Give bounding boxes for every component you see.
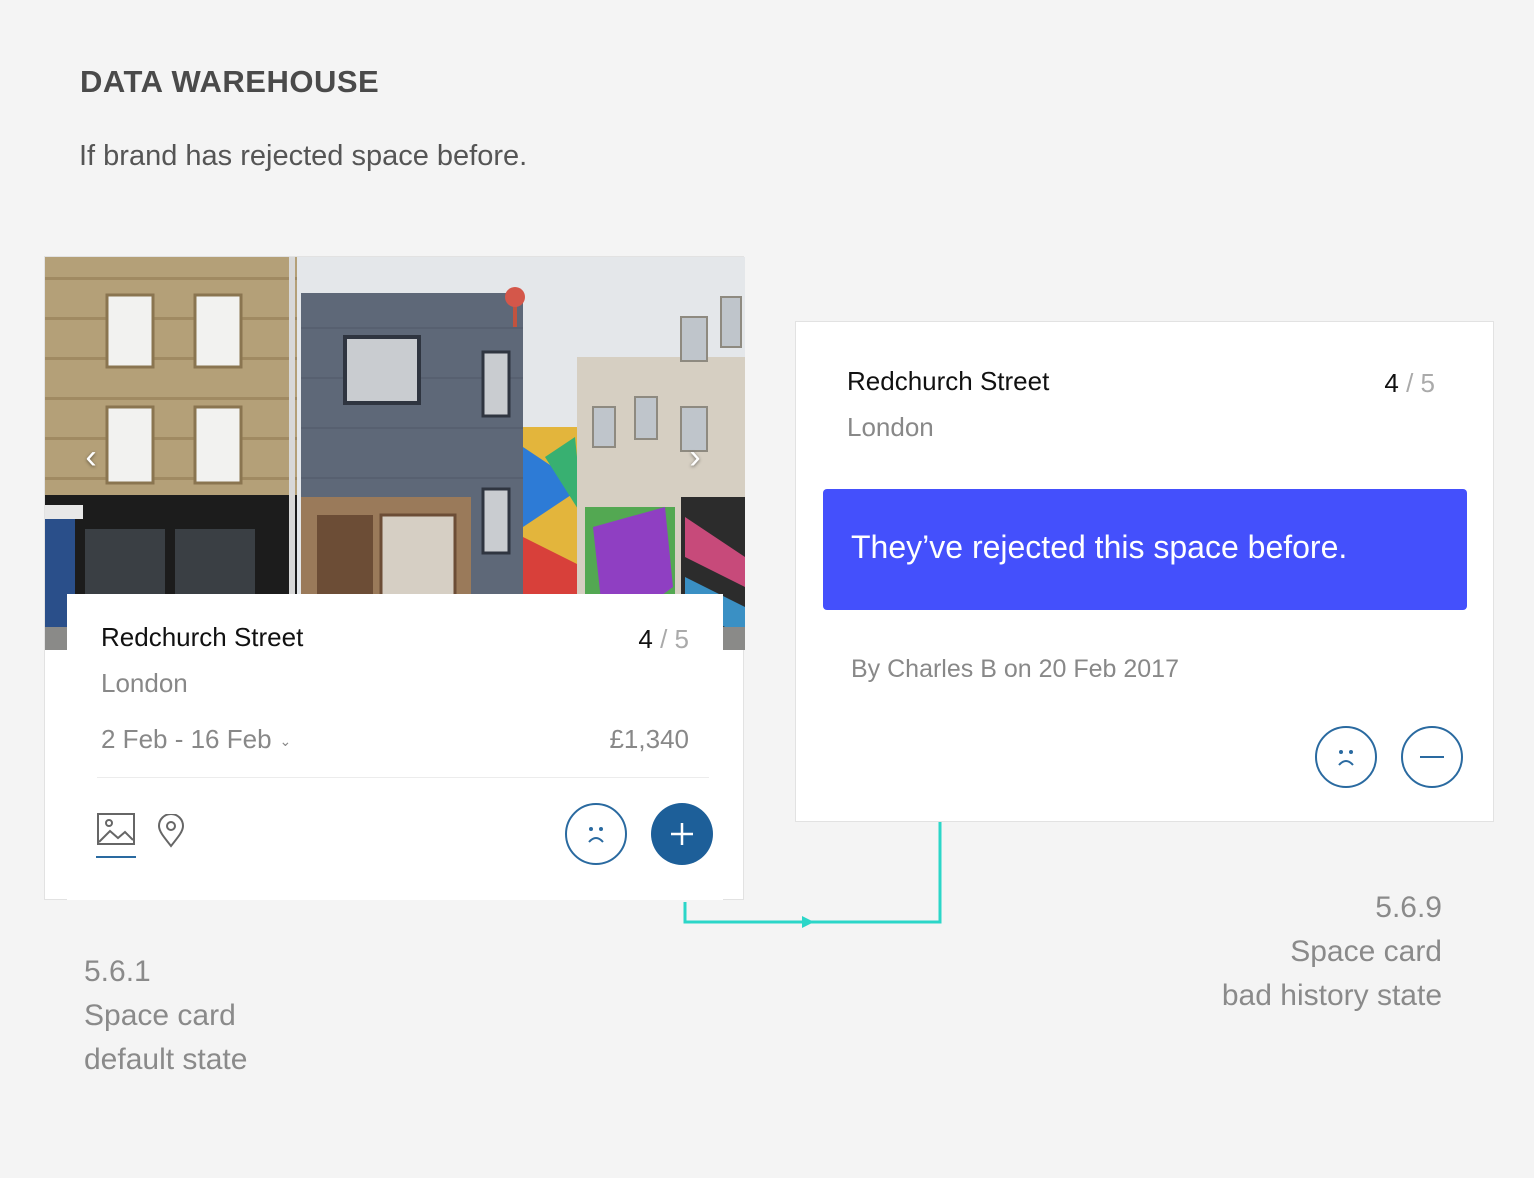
image-tab[interactable] (96, 812, 136, 865)
rejection-byline: By Charles B on 20 Feb 2017 (851, 655, 1179, 683)
space-card-bad-history[interactable]: Redchurch Street 4 / 5 London They’ve re… (795, 321, 1494, 822)
sad-face-icon (588, 827, 604, 843)
caption-number: 5.6.1 (84, 955, 151, 988)
rejection-alert-text: They’ve rejected this space before. (851, 529, 1348, 565)
reject-button[interactable] (565, 803, 627, 865)
chevron-right-icon[interactable]: › (675, 437, 715, 477)
minus-icon (1420, 756, 1444, 758)
space-title[interactable]: Redchurch Street (847, 366, 1049, 397)
space-photo: ‹ › (45, 257, 745, 650)
rejection-alert: They’ve rejected this space before. (823, 489, 1467, 610)
page-heading: DATA WAREHOUSE (80, 64, 380, 99)
sad-face-icon (1338, 750, 1354, 766)
space-price: £1,340 (609, 724, 689, 754)
caption-bad-history-state: 5.6.9 Space card bad history state (1222, 886, 1442, 1018)
date-range-select[interactable]: 2 Feb - 16 Feb ⌄ (101, 724, 291, 755)
flow-connector-arrow (683, 818, 942, 928)
remove-button[interactable] (1401, 726, 1463, 788)
rating-total: / 5 (660, 624, 689, 654)
chevron-left-icon[interactable]: ‹ (71, 437, 111, 477)
caption-line2: bad history state (1221, 979, 1442, 1012)
caption-default-state: 5.6.1 Space card default state (84, 950, 247, 1082)
space-rating: 4 / 5 (1384, 368, 1435, 399)
card-info-panel: Redchurch Street 4 / 5 London 2 Feb - 16… (67, 594, 723, 900)
space-card-default[interactable]: ‹ › Redchurch Street 4 / 5 London 2 Feb … (44, 256, 745, 900)
image-icon (96, 813, 136, 858)
caption-line2: default state (84, 1043, 248, 1076)
card-divider (97, 777, 709, 778)
rating-value: 4 (638, 624, 653, 654)
page-subheading: If brand has rejected space before. (79, 140, 528, 172)
reject-button[interactable] (1315, 726, 1377, 788)
rating-total: / 5 (1406, 368, 1435, 398)
caption-line1: Space card (84, 999, 236, 1032)
space-city: London (101, 668, 188, 698)
space-city: London (847, 412, 934, 442)
map-pin-icon (157, 813, 185, 848)
space-rating: 4 / 5 (638, 624, 689, 655)
map-tab[interactable] (157, 813, 185, 853)
chevron-down-icon: ⌄ (279, 732, 292, 749)
caption-line1: Space card (1290, 935, 1442, 968)
date-range-label: 2 Feb - 16 Feb (101, 724, 272, 754)
rating-value: 4 (1384, 368, 1399, 398)
space-title[interactable]: Redchurch Street (101, 622, 303, 653)
caption-number: 5.6.9 (1375, 891, 1442, 924)
